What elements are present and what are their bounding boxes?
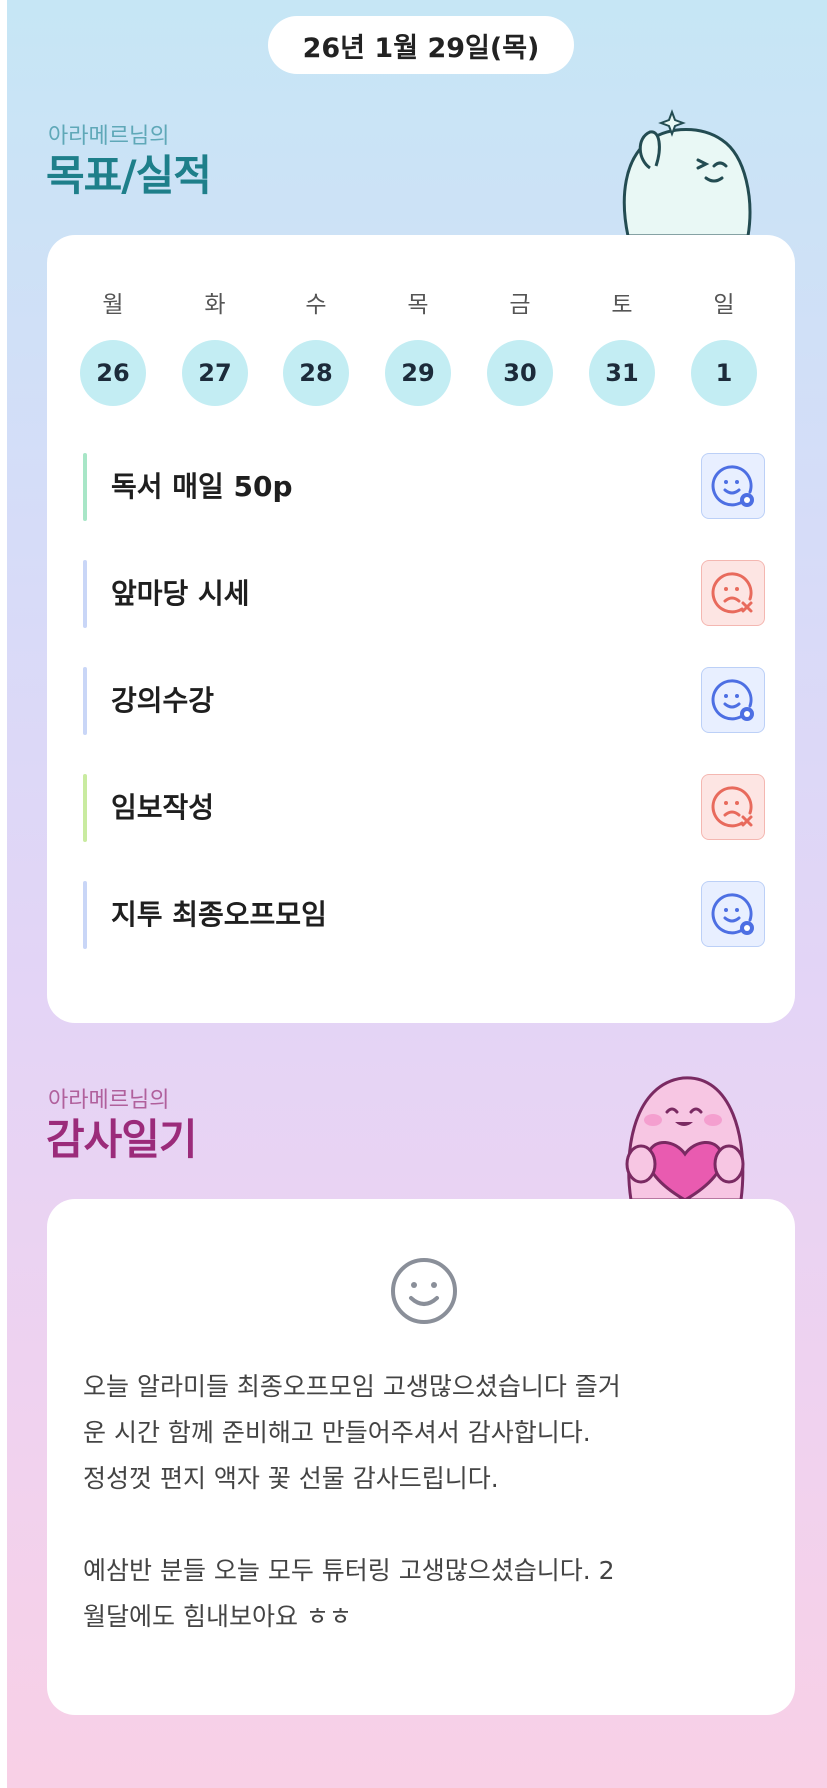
goal-color-bar	[83, 560, 87, 628]
sad-x-icon	[711, 572, 753, 614]
status-success-button[interactable]	[701, 667, 765, 733]
date-row: 26 27 28 29 30 31 1	[47, 340, 795, 406]
goal-color-bar	[83, 667, 87, 735]
date-circle[interactable]: 28	[283, 340, 349, 406]
weekday-label: 금	[509, 292, 531, 318]
goal-item[interactable]: 앞마당 시세	[83, 560, 765, 628]
status-fail-button[interactable]	[701, 774, 765, 840]
weekday-label: 화	[204, 292, 226, 318]
status-success-button[interactable]	[701, 881, 765, 947]
status-success-button[interactable]	[701, 453, 765, 519]
left-edge-strip	[0, 0, 7, 1788]
goal-label: 임보작성	[111, 791, 215, 824]
goal-item[interactable]: 임보작성	[83, 774, 765, 842]
smile-check-icon	[711, 679, 754, 721]
goal-label: 앞마당 시세	[111, 577, 250, 610]
mascot-heart-icon	[605, 1068, 765, 1204]
smile-face-icon	[391, 1258, 457, 1324]
goal-color-bar	[83, 453, 87, 521]
date-circle[interactable]: 27	[182, 340, 248, 406]
gratitude-line: 월달에도 힘내보아요 ㅎㅎ	[83, 1602, 352, 1631]
smile-check-icon	[711, 893, 754, 935]
date-circle[interactable]: 29	[385, 340, 451, 406]
mascot-waving-icon	[610, 108, 760, 242]
weekday-label: 월	[102, 292, 124, 318]
goals-card: 월 화 수 목 금 토 일 26 27 28 29 30 31 1 독서 매일 …	[47, 235, 795, 1023]
date-circle[interactable]: 26	[80, 340, 146, 406]
gratitude-line: 운 시간 함께 준비해고 만들어주셔서 감사합니다.	[83, 1418, 591, 1447]
date-header[interactable]: 26년 1월 29일(목)	[268, 16, 574, 74]
gratitude-line: 예삼반 분들 오늘 모두 튜터링 고생많으셨습니다. 2	[83, 1556, 615, 1585]
sad-x-icon	[711, 786, 753, 828]
gratitude-line: 정성껏 편지 액자 꽃 선물 감사드립니다.	[83, 1464, 499, 1493]
status-fail-button[interactable]	[701, 560, 765, 626]
weekday-row: 월 화 수 목 금 토 일	[47, 285, 795, 325]
goal-label: 지투 최종오프모임	[111, 898, 327, 931]
goals-title: 목표/실적	[46, 151, 212, 200]
goal-item[interactable]: 지투 최종오프모임	[83, 881, 765, 949]
weekday-label: 일	[713, 292, 735, 318]
date-circle[interactable]: 30	[487, 340, 553, 406]
weekday-label: 수	[305, 292, 327, 318]
goal-label: 독서 매일 50p	[111, 470, 293, 503]
goal-item[interactable]: 독서 매일 50p	[83, 453, 765, 521]
gratitude-text: 오늘 알라미들 최종오프모임 고생많으셨습니다 즐거 운 시간 함께 준비해고 …	[83, 1364, 759, 1640]
goal-color-bar	[83, 774, 87, 842]
gratitude-line	[83, 1502, 759, 1548]
date-circle[interactable]: 1	[691, 340, 757, 406]
date-circle[interactable]: 31	[589, 340, 655, 406]
weekday-label: 토	[611, 292, 633, 318]
gratitude-card: 오늘 알라미들 최종오프모임 고생많으셨습니다 즐거 운 시간 함께 준비해고 …	[47, 1199, 795, 1715]
goal-item[interactable]: 강의수강	[83, 667, 765, 735]
goal-label: 강의수강	[111, 684, 215, 717]
gratitude-line: 오늘 알라미들 최종오프모임 고생많으셨습니다 즐거	[83, 1372, 621, 1401]
goal-color-bar	[83, 881, 87, 949]
weekday-label: 목	[407, 292, 429, 318]
gratitude-title: 감사일기	[46, 1115, 198, 1164]
smile-check-icon	[711, 465, 754, 507]
